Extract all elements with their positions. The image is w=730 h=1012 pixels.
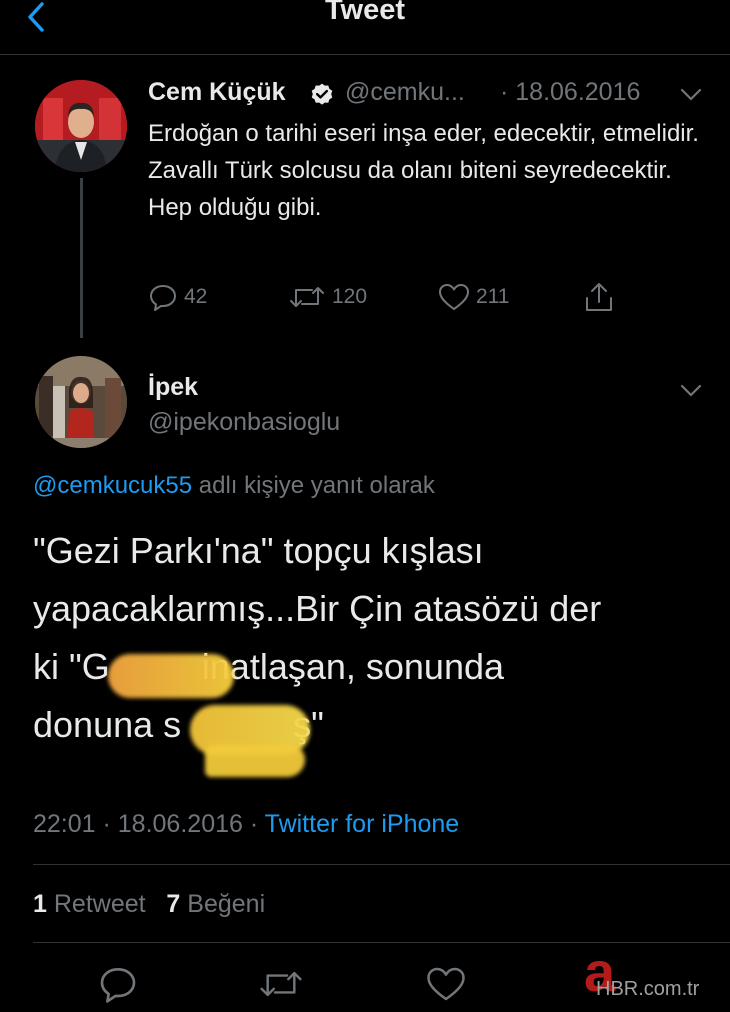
like-stat-count: 7	[166, 890, 181, 918]
tweet1-author-handle[interactable]: @cemku...	[345, 78, 465, 107]
avatar-photo-icon	[35, 80, 127, 172]
site-watermark: a HBR.com.tr	[584, 944, 730, 1012]
reply-button[interactable]: 42	[148, 280, 207, 314]
tweet2-stats: 1 Retweet 7 Beğeni	[33, 890, 265, 919]
like-button[interactable]: 211	[438, 280, 509, 314]
avatar-cem-kucuk[interactable]	[35, 80, 127, 172]
tweet2-line-3-end: inatlaşan, sonunda	[201, 646, 505, 687]
share-button[interactable]	[582, 280, 622, 314]
tweet1-author-name[interactable]: Cem Küçük	[148, 78, 286, 107]
tweet2-line-1: "Gezi Parkı'na" topçu kışlası	[33, 530, 484, 571]
retweet-stat[interactable]: 1 Retweet	[33, 890, 146, 918]
censor-scribble	[108, 654, 234, 698]
reply-mention-link[interactable]: @cemkucuk55	[33, 472, 192, 499]
share-icon	[586, 283, 612, 311]
page-title: Tweet	[324, 0, 406, 26]
tweet-detail-screen: Tweet Cem Küçük @cemku... · 18.06.2016 E…	[0, 0, 730, 1012]
tweet1-date: · 18.06.2016	[500, 78, 641, 106]
like-icon[interactable]	[426, 964, 466, 1004]
avatar-photo-icon	[35, 356, 127, 448]
thread-connector-line	[80, 178, 83, 338]
retweet-stat-label: Retweet	[53, 890, 146, 918]
verified-badge-icon	[311, 83, 333, 105]
retweet-icon[interactable]	[258, 964, 304, 1004]
tweet2-line-4-start: donuna s	[33, 704, 182, 745]
tweet1-action-bar: 42 120 211	[148, 280, 708, 314]
divider	[33, 942, 730, 943]
tweet2-line-4: donuna sş"	[33, 696, 713, 754]
divider	[33, 864, 730, 865]
watermark-text: HBR.com.tr	[596, 978, 700, 1000]
chevron-down-icon[interactable]	[678, 86, 704, 104]
chevron-down-icon[interactable]	[678, 382, 704, 400]
censor-scribble	[205, 745, 305, 777]
reply-suffix-text: adlı kişiye yanıt olarak	[198, 472, 435, 499]
tweet2-line-3-start: ki "G	[33, 646, 110, 687]
tweet2-timestamp: 22:01 · 18.06.2016 ·	[33, 810, 259, 838]
reply-icon[interactable]	[98, 964, 138, 1004]
like-stat-label: Beğeni	[187, 890, 266, 918]
replying-to-line: @cemkucuk55 adlı kişiye yanıt olarak	[33, 472, 435, 500]
retweet-stat-count: 1	[33, 890, 47, 918]
tweet2-meta: 22:01 · 18.06.2016 · Twitter for iPhone	[33, 810, 459, 839]
top-nav-bar: Tweet	[0, 0, 730, 55]
tweet2-author-name[interactable]: İpek	[148, 373, 198, 402]
tweet2-source-link[interactable]: Twitter for iPhone	[265, 810, 460, 838]
reply-count: 42	[184, 285, 208, 308]
like-count: 211	[476, 285, 510, 308]
retweet-icon	[290, 287, 324, 307]
tweet2-text: "Gezi Parkı'na" topçu kışlası yapacaklar…	[33, 522, 713, 754]
like-stat[interactable]: 7 Beğeni	[166, 890, 265, 918]
retweet-button[interactable]: 120	[288, 280, 367, 314]
reply-icon	[150, 285, 176, 311]
retweet-count: 120	[332, 285, 368, 308]
avatar-ipek[interactable]	[35, 356, 127, 448]
like-icon	[439, 284, 469, 310]
tweet2-line-2: yapacaklarmış...Bir Çin atasözü der	[33, 588, 602, 629]
tweet2-author-handle[interactable]: @ipekonbasioglu	[148, 408, 340, 437]
tweet1-text: Erdoğan o tarihi eseri inşa eder, edecek…	[148, 120, 699, 221]
